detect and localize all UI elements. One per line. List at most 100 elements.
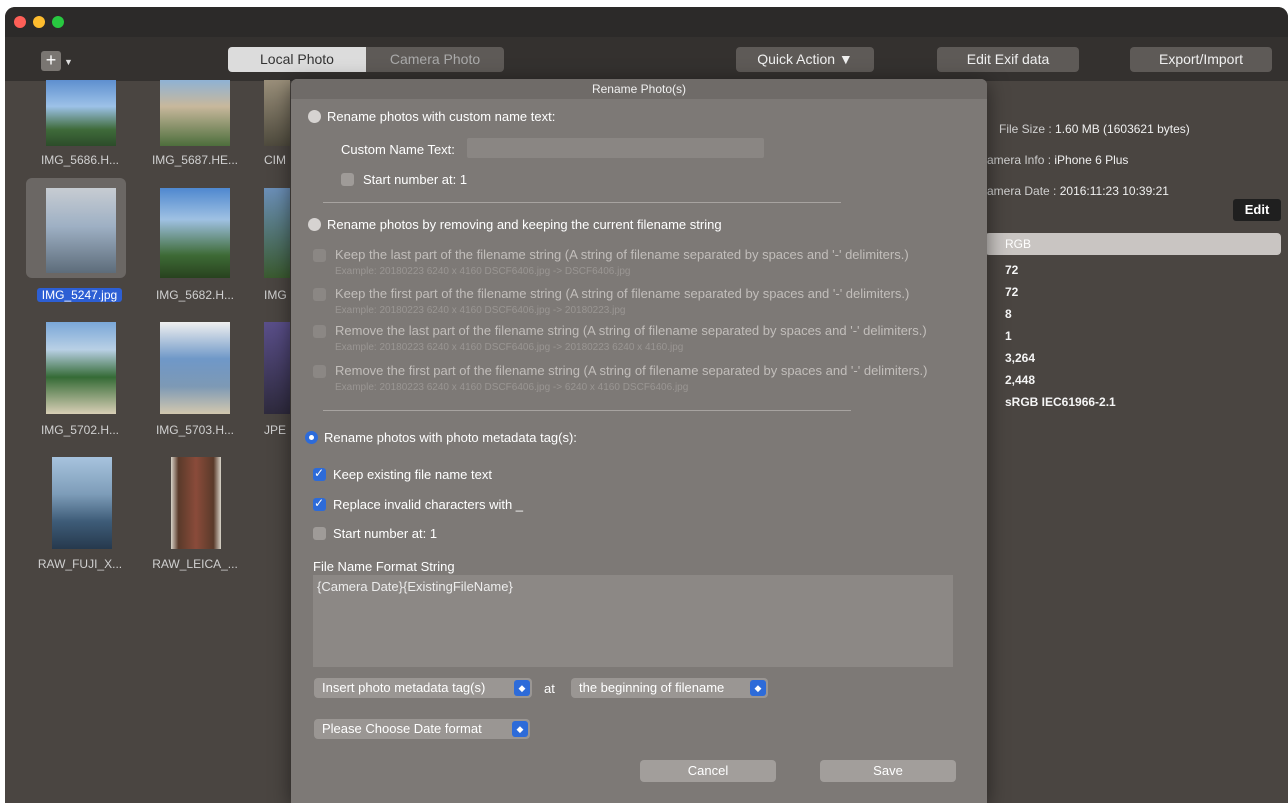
thumbnail-label: IMG_5702.H... bbox=[40, 423, 120, 437]
exif-value: 3,264 bbox=[1005, 351, 1036, 365]
opt1-label: Rename photos with custom name text: bbox=[327, 109, 556, 124]
remove-last-part-example: Example: 20180223 6240 x 4160 DSCF6406.j… bbox=[335, 342, 684, 353]
replace-invalid-checkbox[interactable] bbox=[313, 496, 326, 511]
photo-thumbnail[interactable] bbox=[160, 322, 230, 414]
title-bar bbox=[5, 7, 1288, 37]
close-window-button[interactable] bbox=[14, 16, 26, 28]
replace-invalid-label: Replace invalid characters with _ bbox=[333, 497, 524, 512]
quick-action-button[interactable]: Quick Action ▼ bbox=[736, 47, 874, 72]
exif-row-selected[interactable]: RGB bbox=[985, 233, 1281, 255]
thumbnail-label: CIM bbox=[264, 153, 286, 167]
thumbnail-label: RAW_FUJI_X... bbox=[37, 557, 123, 571]
chevron-updown-icon: ◆ bbox=[750, 680, 766, 696]
chevron-updown-icon: ◆ bbox=[514, 680, 530, 696]
opt3-start-number-checkbox[interactable] bbox=[313, 527, 326, 540]
camera-info-key: amera Info : bbox=[987, 153, 1052, 167]
dialog-title: Rename Photo(s) bbox=[291, 79, 987, 99]
opt2-label: Rename photos by removing and keeping th… bbox=[327, 217, 722, 232]
exif-value: 72 bbox=[1005, 285, 1019, 299]
keep-first-part-label: Keep the first part of the filename stri… bbox=[335, 286, 910, 301]
file-size-row: File Size : 1.60 MB (1603621 bytes) bbox=[999, 122, 1190, 136]
photo-thumbnail[interactable] bbox=[264, 322, 290, 414]
position-value: the beginning of filename bbox=[579, 680, 725, 695]
photo-thumbnail[interactable] bbox=[46, 322, 116, 414]
divider bbox=[323, 202, 841, 203]
keep-existing-checkbox[interactable] bbox=[313, 466, 326, 481]
exif-value: 2,448 bbox=[1005, 373, 1036, 387]
date-format-popup[interactable]: Please Choose Date format ◆ bbox=[314, 719, 530, 739]
exif-value: 8 bbox=[1005, 307, 1012, 321]
camera-date-value: 2016:11:23 10:39:21 bbox=[1059, 184, 1169, 198]
radio-remove-keep[interactable] bbox=[308, 218, 321, 231]
edit-button[interactable]: Edit bbox=[1233, 199, 1281, 221]
keep-first-part-checkbox[interactable] bbox=[313, 288, 326, 301]
source-segmented-control: Local Photo Camera Photo bbox=[228, 47, 504, 72]
photo-thumbnail[interactable] bbox=[160, 188, 230, 278]
exif-value: 72 bbox=[1005, 263, 1019, 277]
remove-last-part-checkbox[interactable] bbox=[313, 325, 326, 338]
thumbnail-label-selected: IMG_5247.jpg bbox=[37, 288, 122, 302]
camera-info-value: iPhone 6 Plus bbox=[1054, 153, 1129, 167]
thumbnail-label: JPE bbox=[264, 423, 287, 437]
position-popup[interactable]: the beginning of filename ◆ bbox=[571, 678, 768, 698]
remove-first-part-checkbox[interactable] bbox=[313, 365, 326, 378]
thumbnail-label: IMG_5686.H... bbox=[40, 153, 120, 167]
keep-last-part-example: Example: 20180223 6240 x 4160 DSCF6406.j… bbox=[335, 266, 631, 277]
rename-dialog: Rename Photo(s) Rename photos with custo… bbox=[291, 79, 987, 803]
add-button[interactable]: + bbox=[41, 51, 61, 71]
date-format-value: Please Choose Date format bbox=[322, 721, 482, 736]
save-button[interactable]: Save bbox=[820, 760, 956, 782]
opt3-label: Rename photos with photo metadata tag(s)… bbox=[324, 430, 577, 445]
keep-last-part-checkbox[interactable] bbox=[313, 249, 326, 262]
export-import-button[interactable]: Export/Import bbox=[1130, 47, 1272, 72]
edit-exif-button[interactable]: Edit Exif data bbox=[937, 47, 1079, 72]
remove-last-part-label: Remove the last part of the filename str… bbox=[335, 323, 927, 338]
camera-date-key: amera Date : bbox=[987, 184, 1057, 198]
insert-tag-popup[interactable]: Insert photo metadata tag(s) ◆ bbox=[314, 678, 532, 698]
photo-thumbnail[interactable] bbox=[46, 188, 116, 273]
tab-local-photo[interactable]: Local Photo bbox=[228, 47, 366, 72]
insert-tag-value: Insert photo metadata tag(s) bbox=[322, 680, 486, 695]
chevron-updown-icon: ◆ bbox=[512, 721, 528, 737]
keep-existing-label: Keep existing file name text bbox=[333, 467, 492, 482]
photo-thumbnail[interactable] bbox=[264, 188, 290, 278]
custom-name-label: Custom Name Text: bbox=[341, 142, 455, 157]
opt1-start-number-label: Start number at: 1 bbox=[363, 172, 468, 187]
file-size-key: File Size : bbox=[999, 122, 1052, 136]
thumbnail-label: RAW_LEICA_... bbox=[152, 557, 238, 571]
tab-camera-photo[interactable]: Camera Photo bbox=[366, 47, 504, 72]
camera-date-row: amera Date : 2016:11:23 10:39:21 bbox=[987, 184, 1169, 198]
divider bbox=[323, 410, 851, 411]
custom-name-input[interactable] bbox=[467, 138, 764, 158]
exif-value: sRGB IEC61966-2.1 bbox=[1005, 395, 1116, 409]
thumbnail-label: IMG_5682.H... bbox=[155, 288, 235, 302]
remove-first-part-label: Remove the first part of the filename st… bbox=[335, 363, 928, 378]
toolbar: + ▼ Local Photo Camera Photo Quick Actio… bbox=[5, 37, 1288, 81]
photo-thumbnail[interactable] bbox=[46, 80, 116, 146]
photo-thumbnail[interactable] bbox=[264, 80, 290, 146]
at-label: at bbox=[544, 681, 555, 696]
opt1-start-number-checkbox[interactable] bbox=[341, 173, 354, 186]
radio-metadata-tags[interactable] bbox=[305, 431, 318, 444]
chevron-down-icon[interactable]: ▼ bbox=[64, 57, 73, 67]
format-string-textarea[interactable]: {Camera Date}{ExistingFileName} bbox=[313, 575, 953, 667]
format-string-value: {Camera Date}{ExistingFileName} bbox=[317, 579, 513, 594]
keep-last-part-label: Keep the last part of the filename strin… bbox=[335, 247, 909, 262]
photo-thumbnail[interactable] bbox=[171, 457, 221, 549]
cancel-button[interactable]: Cancel bbox=[640, 760, 776, 782]
camera-info-row: amera Info : iPhone 6 Plus bbox=[987, 153, 1128, 167]
minimize-window-button[interactable] bbox=[33, 16, 45, 28]
thumbnail-label: IMG_5687.HE... bbox=[151, 153, 239, 167]
opt3-start-number-label: Start number at: 1 bbox=[333, 526, 438, 541]
exif-value: RGB bbox=[1005, 237, 1032, 251]
photo-thumbnail[interactable] bbox=[160, 80, 230, 146]
thumbnail-label: IMG_5703.H... bbox=[155, 423, 235, 437]
file-size-value: 1.60 MB (1603621 bytes) bbox=[1055, 122, 1190, 136]
zoom-window-button[interactable] bbox=[52, 16, 64, 28]
format-string-label: File Name Format String bbox=[313, 559, 455, 574]
thumbnail-label: IMG bbox=[264, 288, 287, 302]
exif-value: 1 bbox=[1005, 329, 1012, 343]
radio-custom-name[interactable] bbox=[308, 110, 321, 123]
photo-thumbnail[interactable] bbox=[52, 457, 112, 549]
remove-first-part-example: Example: 20180223 6240 x 4160 DSCF6406.j… bbox=[335, 382, 689, 393]
